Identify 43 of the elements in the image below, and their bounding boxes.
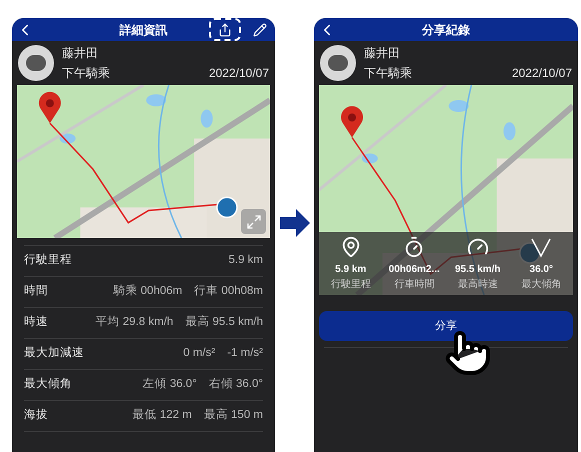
stat-label: 時速: [24, 314, 48, 330]
screen-title: 詳細資訊: [120, 22, 168, 38]
edit-button[interactable]: [253, 22, 267, 36]
rider-name: 藤井田: [364, 45, 401, 62]
stat-label: 時間: [24, 284, 48, 300]
stat-value: 平均 29.8 km/h: [96, 314, 174, 330]
hand-pointer-icon: [444, 329, 492, 377]
stat-value: -1 m/s²: [227, 346, 263, 362]
share-button[interactable]: 分享: [319, 311, 573, 341]
overlay-label: 行車時間: [394, 278, 434, 292]
stat-value: 最高 150 m: [204, 407, 263, 424]
rider-name: 藤井田: [62, 45, 99, 62]
stat-value: 5.9 km: [228, 253, 263, 268]
stat-value: 右傾 36.0°: [208, 377, 263, 392]
ride-name: 下午騎乘: [62, 65, 110, 82]
ride-name: 下午騎乘: [364, 65, 412, 82]
right-arrow-icon: [279, 208, 311, 238]
stat-value: 0 m/s²: [183, 346, 216, 362]
pencil-icon: [253, 22, 267, 36]
expand-icon: [246, 214, 262, 230]
screen-title: 分享紀錄: [422, 22, 470, 38]
stat-value: 行車 00h08m: [194, 284, 263, 300]
share-button[interactable]: [209, 18, 241, 41]
overlay-value: 95.5 km/h: [454, 262, 501, 276]
stat-value: 騎乘 00h06m: [113, 284, 182, 300]
overlay-value: 5.9 km: [335, 262, 366, 276]
stat-label: 最大加減速: [24, 346, 84, 362]
overlay-label: 最高時速: [458, 278, 498, 292]
overlay-label: 行駛里程: [330, 278, 371, 292]
overlay-label: 最大傾角: [521, 278, 562, 292]
ride-date: 2022/10/07: [208, 65, 269, 82]
stat-label: 行駛里程: [24, 252, 72, 268]
ride-date: 2022/10/07: [512, 65, 572, 82]
stat-label: 海拔: [24, 408, 48, 424]
share-icon: [218, 22, 232, 36]
stat-value: 最低 122 m: [132, 408, 192, 424]
avatar: [18, 45, 54, 81]
stat-label: 最大傾角: [24, 376, 72, 392]
avatar: [320, 45, 356, 81]
overlay-value: 00h06m2...: [388, 262, 440, 276]
stat-value: 最高 95.5 km/h: [185, 314, 263, 330]
stat-value: 左傾 36.0°: [142, 376, 197, 392]
overlay-value: 36.0°: [530, 262, 553, 276]
